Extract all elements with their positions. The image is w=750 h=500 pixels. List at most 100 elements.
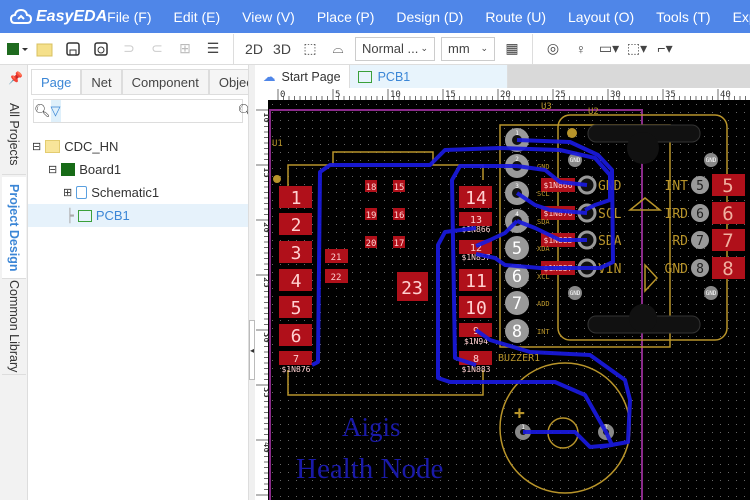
tree-label: PCB1 bbox=[95, 208, 130, 223]
side-tab-common-library[interactable]: Common Library bbox=[2, 279, 26, 375]
via-button[interactable]: ◎ bbox=[542, 37, 564, 61]
pad-number: 4 bbox=[291, 271, 302, 292]
new-board-icon bbox=[7, 42, 28, 55]
gnd-label: GND bbox=[706, 290, 717, 297]
pin-number: 3 bbox=[515, 183, 519, 190]
rect-button[interactable]: ▭▾ bbox=[598, 37, 620, 61]
pin-icon[interactable]: 📌 bbox=[8, 71, 23, 85]
collapse-icon[interactable]: ⊟ bbox=[32, 140, 41, 153]
pin-label: SCL bbox=[598, 207, 622, 222]
expand-icon[interactable]: ⊞ bbox=[63, 186, 72, 199]
app-logo[interactable]: EasyEDA bbox=[0, 8, 107, 26]
pin-number: 1 bbox=[515, 130, 519, 137]
menu-design[interactable]: Design (D) bbox=[396, 9, 463, 25]
pad-number: 3 bbox=[291, 243, 302, 264]
pad-number: 6 bbox=[291, 326, 302, 347]
board-title-line1: Aigis bbox=[342, 412, 401, 442]
menu-place[interactable]: Place (P) bbox=[317, 9, 375, 25]
list-search-icon: ☰ bbox=[206, 40, 220, 56]
tab-start-page[interactable]: ☁ Start Page bbox=[255, 65, 350, 88]
layer-mode-select[interactable]: Normal ... ⌄ bbox=[355, 36, 435, 61]
collapse-icon[interactable]: ⊟ bbox=[48, 163, 57, 176]
select-area-button[interactable]: ⬚▾ bbox=[626, 37, 648, 61]
search-input[interactable] bbox=[60, 101, 238, 121]
search-mode-icon[interactable]: 🔍︎ bbox=[34, 103, 51, 119]
pad-number: 2 bbox=[291, 215, 302, 236]
undo-button[interactable]: ⊃ bbox=[118, 37, 140, 61]
redo-icon: ⊂ bbox=[151, 40, 163, 56]
pin-label: INT bbox=[665, 179, 689, 194]
pcb-icon bbox=[77, 209, 92, 222]
probe-icon: ♀ bbox=[575, 40, 587, 57]
panel-splitter[interactable]: ◂ bbox=[248, 65, 255, 500]
pin-number: 5 bbox=[696, 179, 704, 194]
designator-buzzer: BUZZER1 bbox=[498, 353, 540, 364]
tree-label: CDC_HN bbox=[64, 139, 119, 154]
arrange-button[interactable]: ⊞ bbox=[174, 37, 196, 61]
view-3d-button[interactable]: 3D bbox=[271, 37, 293, 61]
pad-number: 7 bbox=[722, 230, 733, 252]
tree-item-schematic[interactable]: ⊞ Schematic1 bbox=[28, 181, 248, 204]
gnd-label: GND bbox=[570, 157, 581, 164]
history-icon bbox=[94, 41, 108, 56]
net-label: $1N883 bbox=[462, 365, 491, 374]
pad-number: 17 bbox=[394, 239, 405, 249]
unit-select[interactable]: mm ⌄ bbox=[441, 36, 495, 61]
grid-button[interactable]: ▦ bbox=[501, 37, 523, 61]
ruler-label: 0 bbox=[280, 90, 285, 100]
tab-pcb1[interactable]: PCB1 bbox=[349, 65, 508, 88]
cloud-icon: ☁ bbox=[263, 70, 276, 84]
open-folder-button[interactable] bbox=[34, 37, 56, 61]
menu-tools[interactable]: Tools (T) bbox=[656, 9, 710, 25]
menu-route[interactable]: Route (U) bbox=[485, 9, 546, 25]
redo-button[interactable]: ⊂ bbox=[146, 37, 168, 61]
menu-view[interactable]: View (V) bbox=[242, 9, 295, 25]
pad-number: 5 bbox=[291, 298, 302, 319]
pcb-canvas[interactable]: 0 5 10 15 20 25 30 35 4010152025303540 1234567$1… bbox=[255, 88, 750, 500]
ruler-label: 30 bbox=[610, 90, 621, 100]
layer-button[interactable]: ⌓ bbox=[327, 37, 349, 61]
find-list-button[interactable]: ☰ bbox=[202, 37, 224, 61]
menu-file[interactable]: File (F) bbox=[107, 9, 151, 25]
chevron-down-icon: ⌄ bbox=[420, 43, 428, 53]
side-tab-project-design[interactable]: Project Design bbox=[2, 177, 26, 279]
pin-number: 7 bbox=[696, 234, 704, 249]
pin-number: 4 bbox=[515, 211, 519, 218]
filter-icon[interactable]: ▽ bbox=[50, 100, 61, 122]
pin-number: 1 bbox=[521, 424, 525, 431]
pad-number: 21 bbox=[331, 253, 342, 263]
save-icon bbox=[66, 41, 80, 56]
left-ruler bbox=[255, 88, 268, 500]
tree-item-pcb[interactable]: ┝ PCB1 bbox=[28, 204, 248, 227]
pin-label: ADD bbox=[537, 300, 550, 308]
new-project-button[interactable] bbox=[6, 37, 28, 61]
view-2d-button[interactable]: 2D bbox=[243, 37, 265, 61]
tab-page[interactable]: Page bbox=[31, 69, 82, 94]
project-panel: Page Net Component Object 🔍︎ ▽ 🔍︎ ⊟ CDC_H… bbox=[28, 65, 267, 500]
zoom-area-button[interactable]: ⬚ bbox=[299, 37, 321, 61]
save-version-button[interactable] bbox=[90, 37, 112, 61]
folder-icon bbox=[36, 43, 53, 56]
menu-edit[interactable]: Edit (E) bbox=[173, 9, 220, 25]
ruler-label: 10 bbox=[390, 90, 401, 100]
pin-label: SDA bbox=[537, 218, 550, 226]
grid-icon: ▦ bbox=[505, 40, 519, 56]
board-icon bbox=[61, 163, 76, 176]
tree-item-board[interactable]: ⊟ Board1 bbox=[28, 158, 248, 181]
menu-layout[interactable]: Layout (O) bbox=[568, 9, 634, 25]
save-button[interactable] bbox=[62, 37, 84, 61]
side-tab-all-projects[interactable]: All Projects bbox=[2, 95, 26, 175]
polyline-button[interactable]: ⌐▾ bbox=[654, 37, 676, 61]
pin-number: 8 bbox=[512, 322, 522, 342]
designator-u1: U1 bbox=[272, 139, 283, 149]
pad-number: 10 bbox=[465, 298, 487, 319]
tab-component[interactable]: Component bbox=[121, 69, 209, 94]
pin-button[interactable]: ♀ bbox=[570, 37, 592, 61]
tree-item-project[interactable]: ⊟ CDC_HN bbox=[28, 135, 248, 158]
buzzer-plus: + bbox=[514, 403, 525, 424]
pad-number: 20 bbox=[366, 239, 377, 249]
net-label: $1N876 bbox=[282, 365, 311, 374]
tab-net[interactable]: Net bbox=[81, 69, 122, 94]
menu-export[interactable]: Expo bbox=[733, 9, 750, 25]
undo-icon: ⊃ bbox=[123, 40, 135, 56]
